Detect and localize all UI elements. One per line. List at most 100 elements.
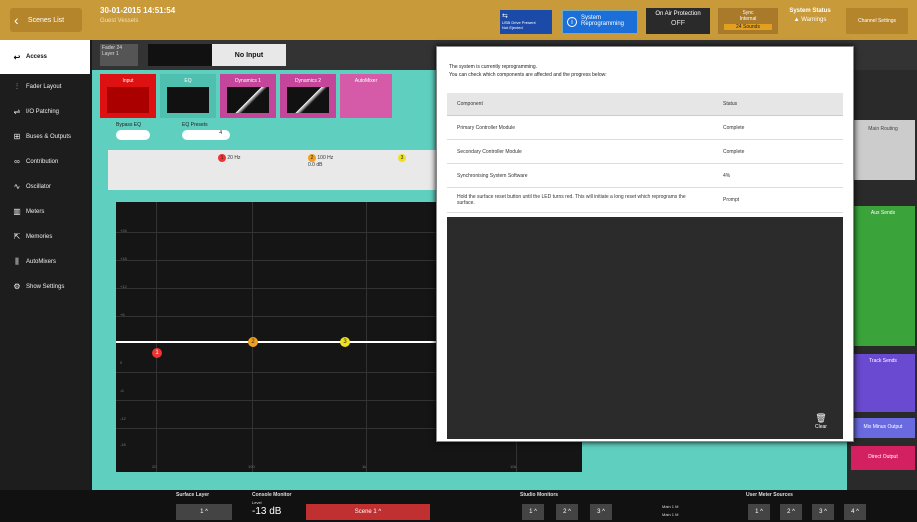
meter-source-3-button[interactable]: 3 ^: [812, 504, 834, 520]
sync-status[interactable]: Sync Internal 24 Sounds: [718, 8, 778, 34]
direct-output[interactable]: Direct Output: [851, 446, 915, 470]
tab-eq[interactable]: EQ: [160, 74, 216, 118]
monitor-source-button[interactable]: Scene 1 ^: [306, 504, 430, 520]
main-routing[interactable]: Main Routing: [851, 120, 915, 180]
band-1-node[interactable]: 1: [152, 348, 162, 358]
sidebar-item-contribution[interactable]: ∞ Contribution: [0, 149, 90, 174]
on-air-protection[interactable]: On Air Protection OFF: [646, 8, 710, 34]
clear-label: Clear: [815, 424, 827, 430]
band-2-node[interactable]: 2: [248, 337, 258, 347]
meter-source-2-button[interactable]: 2 ^: [780, 504, 802, 520]
tab-dynamics-1[interactable]: Dynamics 1: [220, 74, 276, 118]
sidebar-item-label: Memories: [26, 233, 53, 240]
trash-icon: 🗑: [815, 413, 827, 423]
info-icon: i: [567, 17, 577, 27]
track-sends[interactable]: Track Sends: [851, 354, 915, 412]
sidebar-item-show-settings[interactable]: ⚙ Show Settings: [0, 274, 90, 299]
channel-settings-button[interactable]: Channel Settings: [846, 8, 908, 34]
fader-icon: ⫶: [16, 81, 18, 91]
sidebar-item-access[interactable]: ↩ Access: [0, 40, 90, 74]
tab-dynamics-2[interactable]: Dynamics 2: [280, 74, 336, 118]
contribution-icon: ∞: [14, 157, 20, 166]
sidebar-item-memories[interactable]: ⇱ Memories: [0, 224, 90, 249]
band-freq: 20 Hz: [227, 155, 241, 161]
band-2[interactable]: 2 100 Hz 0.0 dB: [308, 154, 333, 168]
row-status: Complete: [713, 115, 843, 140]
dialog-message-line-2: You can check which components are affec…: [449, 72, 607, 78]
meters-icon: ▥: [13, 207, 21, 216]
dynamics-1-thumbnail: [227, 87, 269, 113]
grid-line: [366, 202, 367, 472]
sidebar-item-fader-layout[interactable]: ⫶ Fader Layout: [0, 74, 90, 99]
clear-button[interactable]: 🗑 Clear: [809, 413, 833, 433]
fader-info[interactable]: Fader 24 Layer 1: [100, 44, 138, 66]
mix-minus-output[interactable]: Mix Minus Output: [851, 418, 915, 438]
aux-sends-label: Aux Sends: [870, 210, 896, 216]
aux-sends[interactable]: Aux Sends: [851, 206, 915, 346]
level-label: Level: [252, 500, 262, 505]
monitor-source-value: Scene 1: [354, 509, 377, 515]
band-number: 3: [398, 154, 406, 162]
scenes-list-button[interactable]: Scenes List: [10, 8, 82, 32]
x-label: 20: [152, 464, 157, 469]
tab-label: Dynamics 2: [294, 78, 322, 84]
bypass-eq-toggle[interactable]: [116, 130, 150, 140]
onair-label: On Air Protection: [655, 11, 701, 17]
tab-input[interactable]: Input: [100, 74, 156, 118]
system-reprogramming-button[interactable]: i System Reprogramming: [562, 10, 638, 34]
sidebar-item-meters[interactable]: ▥ Meters: [0, 199, 90, 224]
sync-value: 24 Sounds: [724, 24, 772, 30]
meter-source-3-label: 3: [819, 509, 823, 515]
system-status[interactable]: System Status Warnings: [782, 8, 838, 34]
table-header: Component Status: [447, 93, 843, 116]
sidebar-item-buses[interactable]: ⊞ Buses & Outputs: [0, 124, 90, 149]
y-label: +24: [120, 228, 127, 233]
sidebar-item-oscillator[interactable]: ∿ Oscillator: [0, 174, 90, 199]
processing-tabs: Input EQ Dynamics 1 Dynamics 2 AutoMixer: [100, 74, 392, 118]
sidebar-item-label: Buses & Outputs: [26, 133, 72, 140]
memories-icon: ⇱: [13, 232, 21, 241]
main-routing-label: Main Routing: [868, 126, 898, 132]
input-source[interactable]: No Input: [212, 44, 286, 66]
sidebar-item-automixers[interactable]: ⫼ AutoMixers: [0, 249, 90, 274]
dialog-log-area: 🗑 Clear: [447, 217, 843, 439]
studio-monitor-1-button[interactable]: 1 ^: [522, 504, 544, 520]
row-status: Complete: [713, 139, 843, 164]
track-sends-label: Track Sends: [869, 358, 897, 364]
tab-automixer[interactable]: AutoMixer: [340, 74, 392, 118]
y-label: +18: [120, 256, 127, 261]
y-label: +6: [120, 312, 125, 317]
sidebar-item-label: Oscillator: [26, 183, 52, 190]
level-value[interactable]: -13 dB: [252, 506, 281, 517]
band-3[interactable]: 3: [398, 154, 406, 162]
top-bar: Scenes List 30-01-2015 14:51:54 Guest Ve…: [0, 0, 917, 40]
band-freq: 100 Hz: [317, 155, 334, 161]
band-number: 1: [218, 154, 226, 162]
eq-presets-toggle[interactable]: 4: [182, 130, 230, 140]
meter-source-1-button[interactable]: 1 ^: [748, 504, 770, 520]
studio-monitor-3-label: 3: [597, 509, 601, 515]
direct-output-label: Direct Output: [868, 454, 898, 460]
table-row: Hold the surface reset button until the …: [447, 187, 843, 213]
band-1[interactable]: 1 20 Hz: [218, 154, 240, 162]
surface-layer-button[interactable]: 1 ^: [176, 504, 232, 520]
channel-name-box[interactable]: [148, 44, 212, 66]
x-label: 10k: [510, 464, 517, 469]
row-component: Primary Controller Module: [447, 115, 713, 140]
meter-source-2-label: 2: [787, 509, 791, 515]
dynamics-2-thumbnail: [287, 87, 329, 113]
usb-sub: Not Ejected: [502, 25, 523, 30]
studio-monitor-3-button[interactable]: 3 ^: [590, 504, 612, 520]
sidebar-item-label: I/O Patching: [26, 108, 60, 115]
sidebar-item-io-patching[interactable]: ⇌ I/O Patching: [0, 99, 90, 124]
session-name: Guest Vessels: [100, 18, 139, 24]
band-3-node[interactable]: 3: [340, 337, 350, 347]
band-number: 2: [308, 154, 316, 162]
main-label-2: Main 1 M: [662, 512, 679, 517]
usb-status[interactable]: ⇆ USB Drive Present Not Ejected: [500, 10, 552, 34]
y-label: -18: [120, 442, 126, 447]
studio-monitor-2-button[interactable]: 2 ^: [556, 504, 578, 520]
y-label: -6: [120, 388, 124, 393]
meter-source-4-button[interactable]: 4 ^: [844, 504, 866, 520]
eq-presets: EQ Presets 4: [182, 122, 230, 140]
